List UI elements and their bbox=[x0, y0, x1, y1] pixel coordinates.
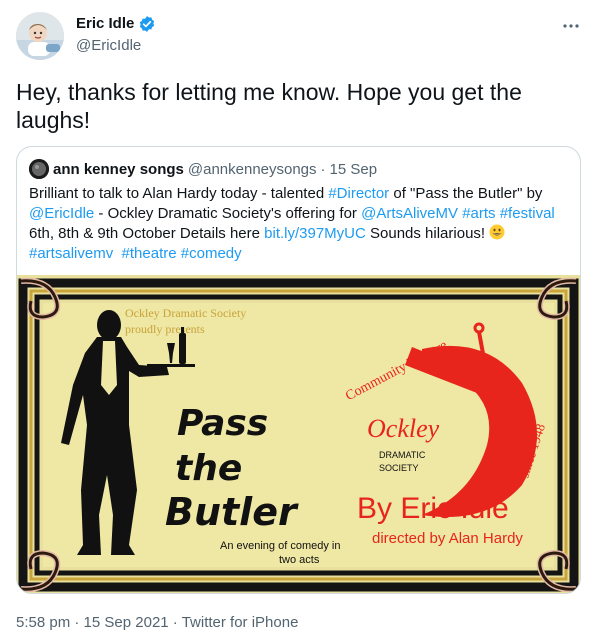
quoted-tweet-header: ann kenney songs @annkenneysongs · 15 Se… bbox=[29, 159, 377, 179]
verified-badge-icon bbox=[138, 15, 156, 33]
link-bitly[interactable]: bit.ly/397MyUC bbox=[264, 225, 366, 242]
quoted-text-segment: Brilliant to talk to Alan Hardy today - … bbox=[29, 185, 329, 202]
avatar[interactable] bbox=[16, 12, 64, 60]
timestamp-separator: · bbox=[172, 614, 178, 631]
grinning-emoji-icon bbox=[489, 224, 505, 240]
poster-graphic: Ockley Dramatic Society proudly presents… bbox=[17, 275, 580, 593]
mention-artsalivemv[interactable]: @ArtsAliveMV bbox=[361, 205, 458, 222]
poster-logo-line1: DRAMATIC bbox=[379, 450, 426, 460]
quoted-separator: · bbox=[320, 160, 326, 178]
poster-image[interactable]: Ockley Dramatic Society proudly presents… bbox=[17, 275, 580, 593]
timestamp-separator: · bbox=[74, 614, 80, 631]
tweet-time[interactable]: 5:58 pm bbox=[16, 614, 70, 631]
tweet-text: Hey, thanks for letting me know. Hope yo… bbox=[16, 79, 522, 133]
tweet-header: Eric Idle @EricIdle bbox=[16, 12, 581, 62]
tweet-source[interactable]: Twitter for iPhone bbox=[182, 614, 299, 631]
poster-by-line: By Eric Idle bbox=[357, 492, 509, 525]
quoted-tweet[interactable]: ann kenney songs @annkenneysongs · 15 Se… bbox=[16, 146, 581, 594]
poster-subtitle-line2: two acts bbox=[279, 554, 320, 566]
quoted-text-segment: Sounds hilarious! bbox=[365, 225, 490, 242]
avatar-image bbox=[16, 12, 64, 60]
quoted-text-segment: - Ockley Dramatic Society's offering for bbox=[94, 205, 362, 222]
hashtag-festival[interactable]: #festival bbox=[500, 205, 555, 222]
quoted-avatar bbox=[29, 159, 49, 179]
mention-ericidle[interactable]: @EricIdle bbox=[29, 205, 94, 222]
quoted-display-name: ann kenney songs bbox=[53, 160, 184, 178]
tweet-timestamp: 5:58 pm · 15 Sep 2021 · Twitter for iPho… bbox=[16, 613, 298, 633]
tweet-date[interactable]: 15 Sep 2021 bbox=[84, 614, 169, 631]
quoted-text-segment: of "Pass the Butler" by bbox=[389, 185, 547, 202]
hashtag-comedy[interactable]: #comedy bbox=[181, 245, 242, 262]
poster-title-line2: the bbox=[175, 448, 242, 489]
poster-logo-script: Ockley bbox=[367, 414, 440, 443]
poster-logo-line2: SOCIETY bbox=[379, 463, 419, 473]
hashtag-theatre[interactable]: #theatre bbox=[122, 245, 177, 262]
poster-society-line2: proudly presents bbox=[125, 322, 205, 336]
more-options-icon[interactable] bbox=[561, 16, 581, 36]
author-handle[interactable]: @EricIdle bbox=[76, 36, 141, 56]
quoted-date: 15 Sep bbox=[329, 160, 378, 178]
hashtag-director[interactable]: #Director bbox=[328, 185, 389, 202]
hashtag-arts[interactable]: #arts bbox=[462, 205, 495, 222]
poster-subtitle-line1: An evening of comedy in bbox=[220, 540, 340, 552]
quoted-handle: @annkenneysongs bbox=[187, 160, 317, 178]
author-display-name[interactable]: Eric Idle bbox=[76, 14, 134, 34]
poster-directed-by: directed by Alan Hardy bbox=[372, 530, 523, 547]
hashtag-artsalivemv[interactable]: #artsalivemv bbox=[29, 245, 113, 262]
quoted-tweet-text: Brilliant to talk to Alan Hardy today - … bbox=[29, 184, 569, 264]
poster-title-line1: Pass bbox=[177, 403, 268, 444]
quoted-text-segment bbox=[113, 245, 121, 262]
poster-society-line1: Ockley Dramatic Society bbox=[125, 306, 246, 320]
poster-title-line3: Butler bbox=[165, 490, 299, 534]
